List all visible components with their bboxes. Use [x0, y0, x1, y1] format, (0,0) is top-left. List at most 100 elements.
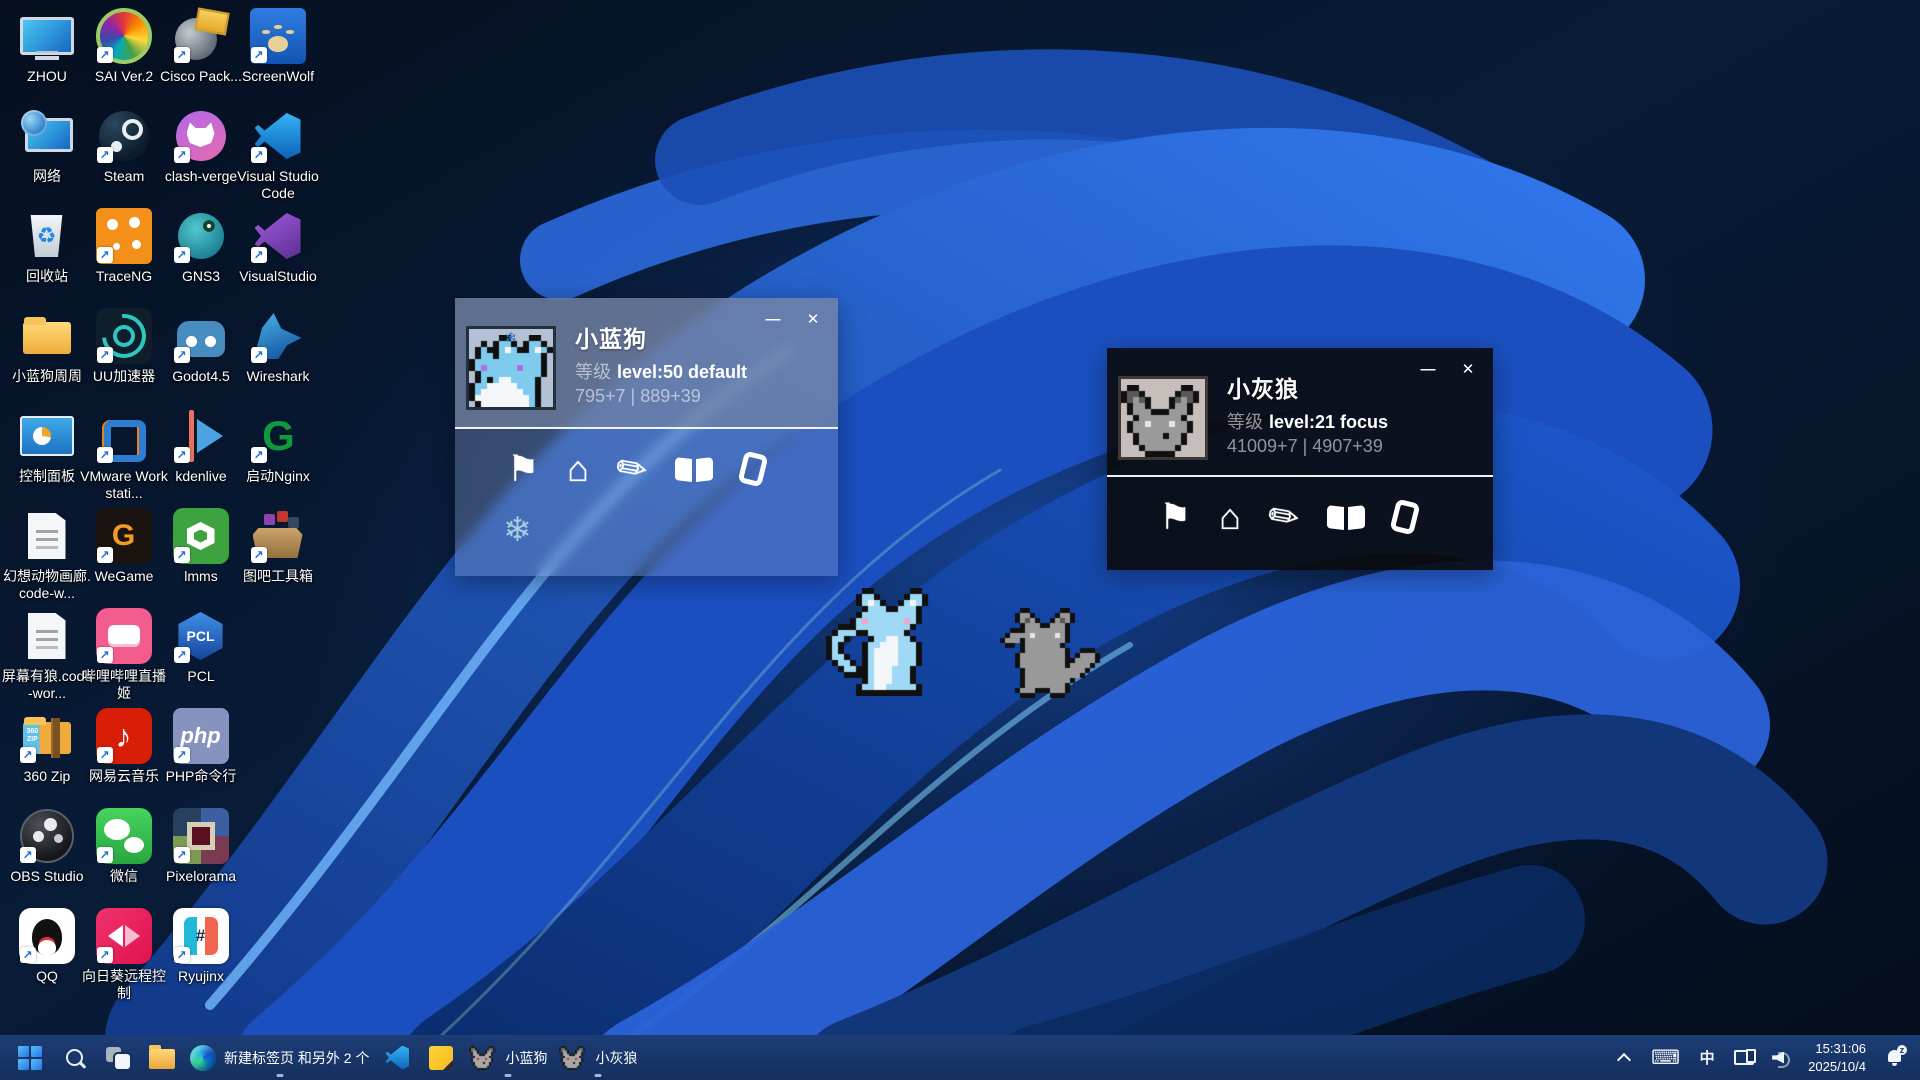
home-icon[interactable]: ⌂: [1219, 499, 1241, 535]
icon-label: PHP命令行: [154, 768, 248, 785]
desktop-icon-VMware Workstati...[interactable]: ↗VMware Workstati...: [85, 408, 162, 502]
desktop-icon-Cisco Pack...[interactable]: ↗Cisco Pack...: [162, 8, 239, 85]
notepad-button[interactable]: [419, 1038, 463, 1078]
zip-icon: 360 ZIP↗: [19, 708, 75, 764]
desktop-icon-QQ[interactable]: ↗QQ: [8, 908, 85, 985]
book-icon[interactable]: [1327, 504, 1365, 531]
touch-keyboard-button[interactable]: ⌨: [1647, 1040, 1684, 1076]
desktop-icon-Visual Studio Code[interactable]: ↗Visual Studio Code: [239, 108, 316, 202]
gns3-icon: ↗: [173, 208, 229, 264]
icon-label: Visual Studio Code: [231, 168, 325, 202]
minimize-button[interactable]: —: [762, 310, 784, 330]
desktop-icon-Ryujinx[interactable]: #↗Ryujinx: [162, 908, 239, 985]
steam-icon: ↗: [96, 108, 152, 164]
desktop-icon-幻想动物画廊.code-w...[interactable]: 幻想动物画廊.code-w...: [8, 508, 85, 602]
desktop-icon-启动Nginx[interactable]: G↗启动Nginx: [239, 408, 316, 485]
shortcut-arrow-icon: ↗: [174, 647, 190, 663]
desktop-icon-360 Zip[interactable]: 360 ZIP↗360 Zip: [8, 708, 85, 785]
desktop-icon-Steam[interactable]: ↗Steam: [85, 108, 162, 185]
desktop-icon-ScreenWolf[interactable]: ↗ScreenWolf: [239, 8, 316, 85]
desktop-icon-clash-verge[interactable]: ↗clash-verge: [162, 108, 239, 185]
nginx-icon: G↗: [250, 408, 306, 464]
task-view-button[interactable]: [96, 1038, 140, 1078]
desktop-icon-小蓝狗周周[interactable]: 小蓝狗周周: [8, 308, 85, 385]
qq-icon: ↗: [19, 908, 75, 964]
write-icon[interactable]: ✎: [1269, 499, 1299, 535]
file-explorer-button[interactable]: [140, 1038, 184, 1078]
desktop-icon-kdenlive[interactable]: ↗kdenlive: [162, 408, 239, 485]
pixelorama-icon: ↗: [173, 808, 229, 864]
lmms-icon: ↗: [173, 508, 229, 564]
home-icon[interactable]: ⌂: [567, 451, 589, 487]
shortcut-arrow-icon: ↗: [251, 447, 267, 463]
bin-icon: [19, 208, 75, 264]
desktop: ZHOU↗SAI Ver.2↗Cisco Pack...↗ScreenWolf 网…: [0, 0, 1920, 1080]
shortcut-arrow-icon: ↗: [97, 847, 113, 863]
ime-indicator[interactable]: 中: [1694, 1040, 1720, 1076]
snowflake-action-icon[interactable]: ❄: [503, 513, 532, 547]
pet-app-grey-wolf-button[interactable]: 小灰狼: [553, 1038, 643, 1078]
pet-app-label: 小灰狼: [595, 1048, 637, 1068]
folder-icon: [19, 308, 75, 364]
desktop-icon-向日葵远程控制[interactable]: ↗向日葵远程控制: [85, 908, 162, 1002]
desktop-icon-lmms[interactable]: ↗lmms: [162, 508, 239, 585]
desktop-icon-控制面板[interactable]: 控制面板: [8, 408, 85, 485]
search-button[interactable]: [52, 1038, 96, 1078]
shortcut-arrow-icon: ↗: [251, 47, 267, 63]
flag-icon[interactable]: ⚑: [1159, 499, 1191, 535]
grey-wolf-widget-header: 小灰狼 等级level:21 focus 41009+7 | 4907+39 —…: [1107, 348, 1493, 477]
desktop-icon-Wireshark[interactable]: ↗Wireshark: [239, 308, 316, 385]
tray-date: 2025/10/4: [1808, 1058, 1866, 1076]
notification-bell-button[interactable]: z: [1880, 1040, 1908, 1076]
desktop-icon-OBS Studio[interactable]: ↗OBS Studio: [8, 808, 85, 885]
desktop-icon-WeGame[interactable]: G↗WeGame: [85, 508, 162, 585]
desktop-icon-PHP命令行[interactable]: php↗PHP命令行: [162, 708, 239, 785]
shortcut-arrow-icon: ↗: [174, 947, 190, 963]
desktop-icon-ZHOU[interactable]: ZHOU: [8, 8, 85, 85]
desktop-icon-屏幕有狼.code-wor...[interactable]: 屏幕有狼.code-wor...: [8, 608, 85, 702]
desktop-icon-SAI Ver.2[interactable]: ↗SAI Ver.2: [85, 8, 162, 85]
desktop-icon-网络[interactable]: 网络: [8, 108, 85, 185]
icon-label: VisualStudio: [231, 268, 325, 285]
speaker-icon: [1772, 1050, 1790, 1066]
shortcut-arrow-icon: ↗: [174, 147, 190, 163]
minimize-button[interactable]: —: [1417, 360, 1439, 380]
desktop-icon-VisualStudio[interactable]: ↗VisualStudio: [239, 208, 316, 285]
pet-level: 等级level:50 default: [575, 358, 747, 384]
desktop-icon-哔哩哔哩直播姬[interactable]: ↗哔哩哔哩直播姬: [85, 608, 162, 702]
pet-app-blue-dog-button[interactable]: 小蓝狗: [463, 1038, 553, 1078]
desktop-icon-UU加速器[interactable]: ↗UU加速器: [85, 308, 162, 385]
cast-device-button[interactable]: [1730, 1040, 1758, 1076]
flag-icon[interactable]: ⚑: [507, 451, 539, 487]
card-icon[interactable]: [1393, 501, 1417, 533]
book-icon[interactable]: [675, 456, 713, 483]
write-icon[interactable]: ✎: [617, 451, 647, 487]
desktop-icon-微信[interactable]: ↗微信: [85, 808, 162, 885]
hidden-icons-button[interactable]: [1611, 1040, 1637, 1076]
desktop-icon-回收站[interactable]: 回收站: [8, 208, 85, 285]
desktop-icon-PCL[interactable]: PCL↗PCL: [162, 608, 239, 685]
desktop-pet-blue-dog[interactable]: [826, 588, 958, 696]
close-button[interactable]: ✕: [1457, 360, 1479, 380]
desktop-pet-grey-wolf[interactable]: [1000, 608, 1110, 698]
doc-icon: [19, 608, 75, 664]
edge-browser-button[interactable]: 新建标签页 和另外 2 个: [184, 1038, 375, 1078]
desktop-icon-Godot4.5[interactable]: ↗Godot4.5: [162, 308, 239, 385]
shortcut-arrow-icon: ↗: [251, 547, 267, 563]
shortcut-arrow-icon: ↗: [174, 547, 190, 563]
desktop-icon-GNS3[interactable]: ↗GNS3: [162, 208, 239, 285]
clock[interactable]: 15:31:06 2025/10/4: [1804, 1040, 1870, 1076]
desktop-icon-Pixelorama[interactable]: ↗Pixelorama: [162, 808, 239, 885]
vscode-button[interactable]: [375, 1038, 419, 1078]
desktop-icon-图吧工具箱[interactable]: ↗图吧工具箱: [239, 508, 316, 585]
close-button[interactable]: ✕: [802, 310, 824, 330]
volume-button[interactable]: [1768, 1040, 1794, 1076]
card-icon[interactable]: [741, 453, 765, 485]
pet-app-label: 小蓝狗: [505, 1048, 547, 1068]
desktop-icon-TraceNG[interactable]: ↗TraceNG: [85, 208, 162, 285]
toolbox-icon: ↗: [250, 508, 306, 564]
desktop-icon-网易云音乐[interactable]: ♪↗网易云音乐: [85, 708, 162, 785]
monitor-phone-icon: [1734, 1050, 1754, 1065]
start-button[interactable]: [8, 1038, 52, 1078]
grey-wolf-avatar-sprite: [1121, 385, 1205, 457]
